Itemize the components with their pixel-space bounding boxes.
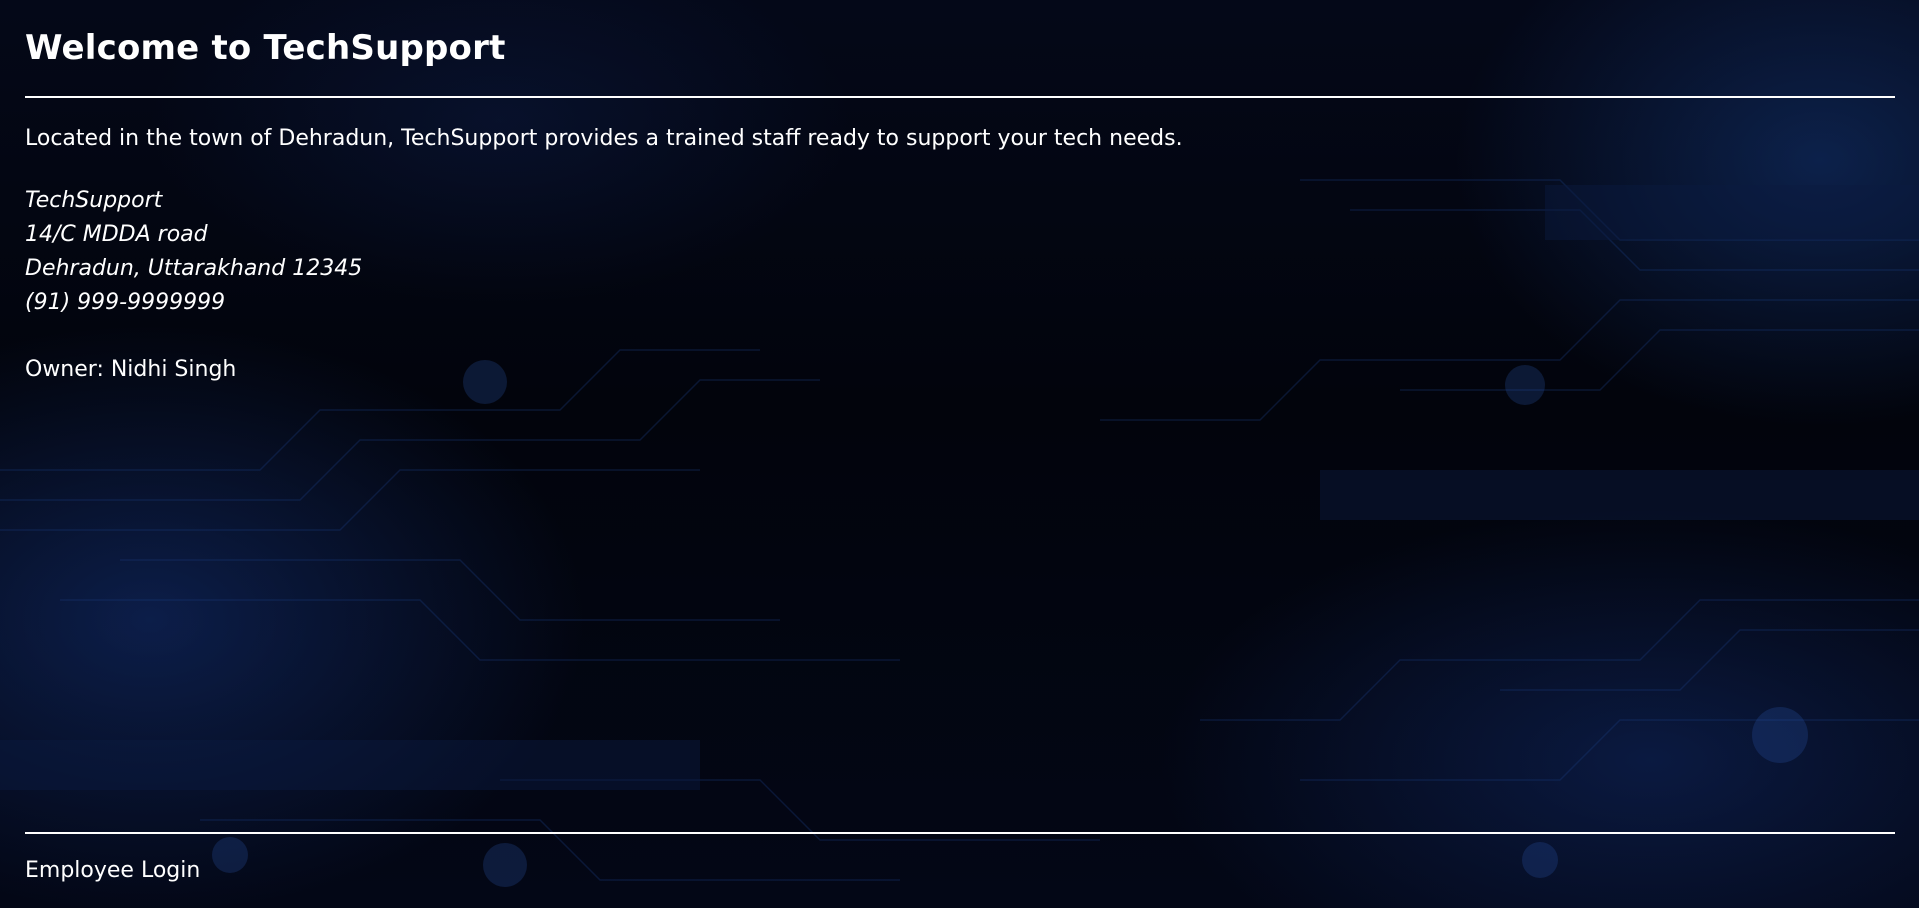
- header-divider: [25, 96, 1895, 98]
- address-block: TechSupport 14/C MDDA road Dehradun, Utt…: [25, 184, 362, 320]
- footer-divider: [25, 832, 1895, 834]
- intro-text: Located in the town of Dehradun, TechSup…: [25, 126, 1183, 151]
- address-company-name: TechSupport: [25, 188, 163, 213]
- page-content: Welcome to TechSupport Located in the to…: [25, 0, 1895, 908]
- address-phone: (91) 999-9999999: [25, 290, 226, 315]
- address-street: 14/C MDDA road: [25, 222, 208, 247]
- page-title: Welcome to TechSupport: [25, 28, 506, 68]
- owner-text: Owner: Nidhi Singh: [25, 357, 237, 382]
- employee-login-link[interactable]: Employee Login: [25, 858, 200, 883]
- address-city: Dehradun, Uttarakhand 12345: [25, 256, 363, 281]
